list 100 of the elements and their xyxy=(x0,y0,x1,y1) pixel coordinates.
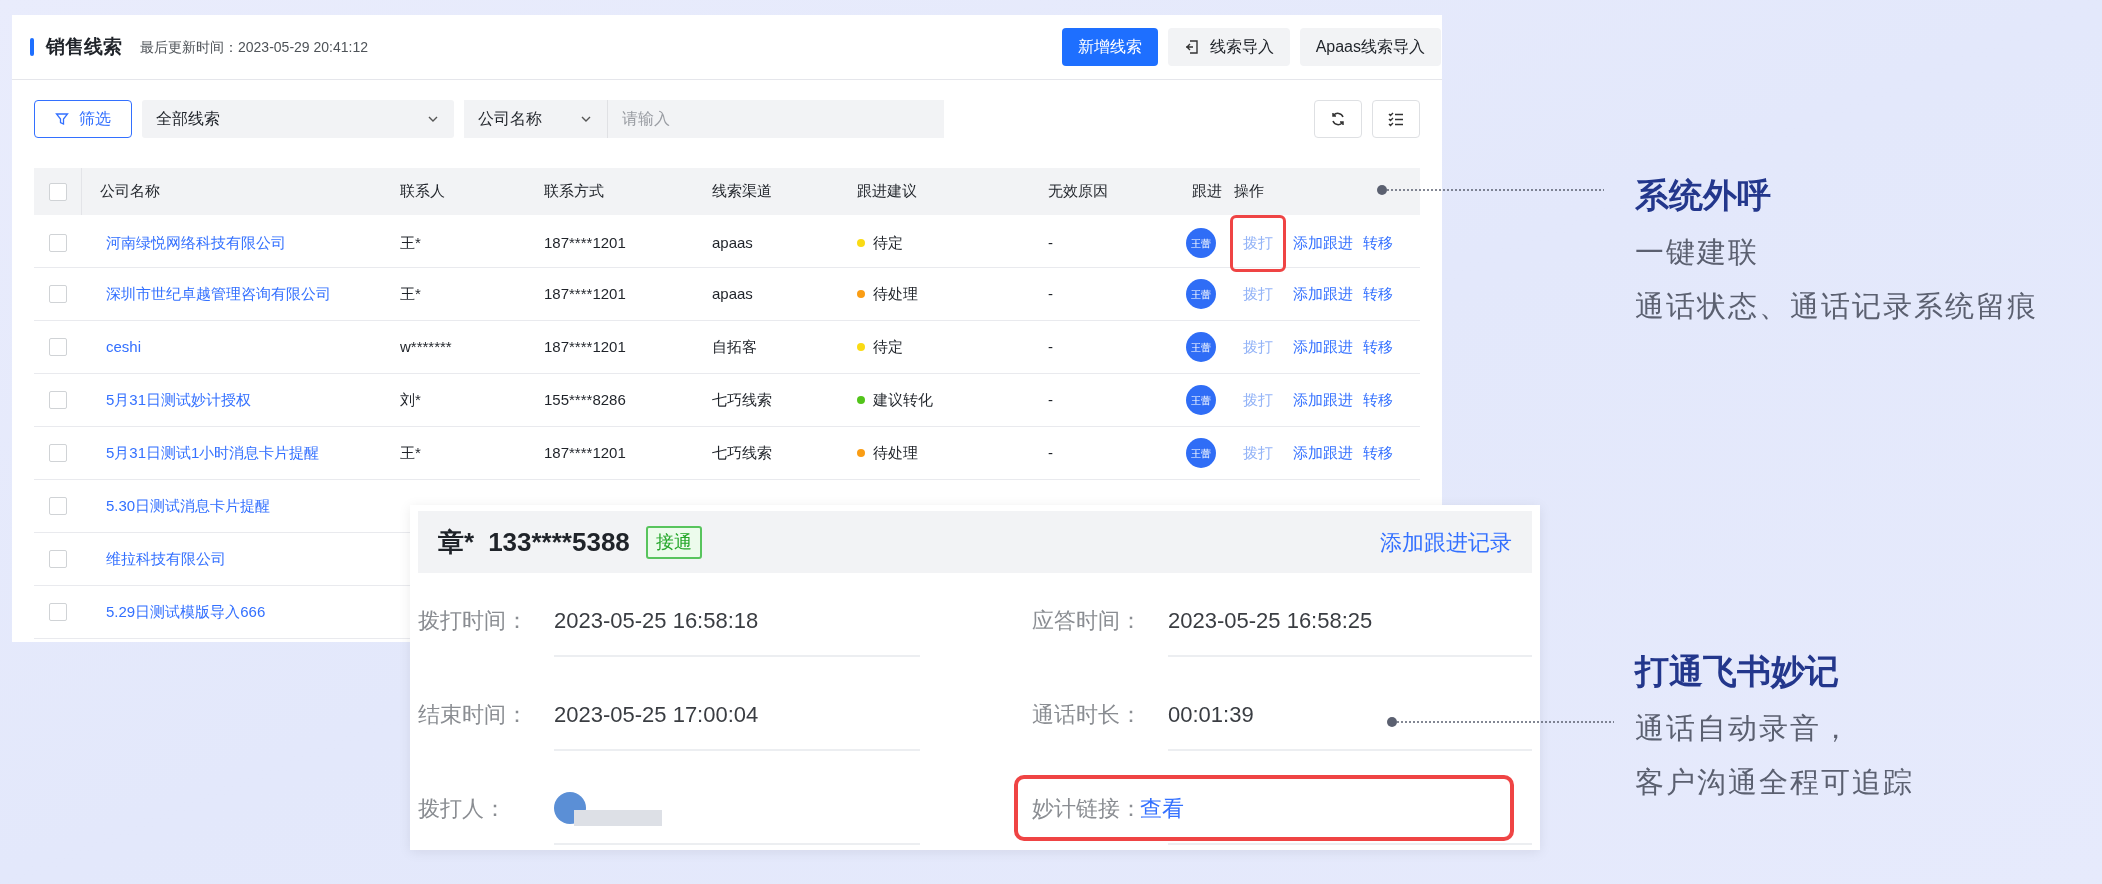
caller-phone: 133****5388 xyxy=(488,525,630,559)
company-link[interactable]: 5.29日测试模版导入666 xyxy=(82,600,382,624)
column-settings-button[interactable] xyxy=(1372,100,1420,138)
select-all-checkbox[interactable] xyxy=(48,182,67,201)
row-checkbox[interactable] xyxy=(49,497,67,515)
row-checkbox[interactable] xyxy=(49,603,67,621)
phone-cell-text: 187****1201 xyxy=(543,233,627,253)
field-label: 结束时间： xyxy=(418,700,529,729)
column-header: 跟进建议 xyxy=(856,181,918,202)
action-link[interactable]: 添加跟进 xyxy=(1290,385,1356,415)
phone-cell-text: 187****1201 xyxy=(543,442,627,463)
company-link[interactable]: 维拉科技有限公司 xyxy=(82,547,382,571)
callout-text: 通话状态、通话记录系统留痕 xyxy=(1635,288,2038,324)
import-button[interactable]: 线索导入 xyxy=(1167,28,1290,66)
callout-title: 系统外呼 xyxy=(1635,175,1772,216)
action-link[interactable]: 转移 xyxy=(1360,385,1396,415)
row-checkbox[interactable] xyxy=(49,391,67,409)
field-label: 拨打时间： xyxy=(418,606,529,635)
channel-cell-text: apaas xyxy=(711,283,754,304)
callout-text: 一键建联 xyxy=(1635,235,1760,270)
channel-cell-text: 七巧线索 xyxy=(711,389,773,410)
advice-cell-text: 待处理 xyxy=(873,283,918,304)
row-checkbox[interactable] xyxy=(49,285,67,303)
owner-avatar: 王蕾 xyxy=(1186,438,1216,468)
action-link[interactable]: 转移 xyxy=(1360,229,1396,258)
owner-avatar: 王蕾 xyxy=(1186,228,1216,259)
advice-cell-text: 建议转化 xyxy=(873,389,933,410)
action-link[interactable]: 转移 xyxy=(1360,279,1396,309)
filter-button[interactable]: 筛选 xyxy=(34,100,132,138)
refresh-button[interactable] xyxy=(1314,100,1362,138)
column-header: 联系方式 xyxy=(543,181,605,202)
import-button[interactable]: Apaas线索导入 xyxy=(1299,28,1441,66)
advice-cell-text: 待定 xyxy=(873,336,903,357)
field-value: 00:01:39 xyxy=(1168,700,1254,729)
reason-cell-text: - xyxy=(1047,233,1054,253)
advice-cell-text: 待定 xyxy=(873,233,903,253)
field-select[interactable]: 公司名称 xyxy=(464,100,608,138)
field-value: 2023-05-25 17:00:04 xyxy=(554,700,759,729)
company-link[interactable]: 5月31日测试1小时消息卡片提醒 xyxy=(82,441,382,465)
field-label: 应答时间： xyxy=(1032,606,1143,635)
company-link[interactable]: 深圳市世纪卓越管理咨询有限公司 xyxy=(82,282,382,306)
row-checkbox[interactable] xyxy=(49,234,67,253)
contact-cell-text: 刘* xyxy=(399,389,422,410)
channel-cell-text: 自拓客 xyxy=(711,336,758,357)
owner-avatar: 王蕾 xyxy=(1186,385,1216,415)
refresh-icon xyxy=(1330,111,1346,127)
import-icon xyxy=(1183,39,1200,55)
action-link[interactable]: 添加跟进 xyxy=(1290,438,1356,468)
column-header: 线索渠道 xyxy=(711,181,773,202)
field-value: 2023-05-25 16:58:18 xyxy=(554,606,759,635)
phone-cell-text: 187****1201 xyxy=(543,283,627,304)
channel-cell-text: 七巧线索 xyxy=(711,442,773,463)
advice-cell-text: 待处理 xyxy=(873,442,918,463)
callout-text: 通话自动录音， xyxy=(1635,711,1853,746)
action-link[interactable]: 添加跟进 xyxy=(1290,332,1356,362)
call-status-tag: 接通 xyxy=(645,525,702,559)
column-header: 公司名称 xyxy=(99,181,161,202)
company-link[interactable]: 5.30日测试消息卡片提醒 xyxy=(82,494,382,518)
search-field[interactable]: 请输入 xyxy=(608,100,944,138)
column-header: 跟进 xyxy=(1191,181,1222,202)
action-link[interactable]: 转移 xyxy=(1360,332,1396,362)
company-link[interactable]: ceshi xyxy=(82,335,382,359)
view-link[interactable]: 查看 xyxy=(1140,791,1184,825)
channel-cell-text: apaas xyxy=(711,233,754,253)
filter-icon xyxy=(55,112,69,126)
company-link[interactable]: 河南绿悦网络科技有限公司 xyxy=(82,232,382,255)
reason-cell-text: - xyxy=(1047,389,1054,410)
field-label: 妙计链接： xyxy=(1032,794,1140,823)
row-checkbox[interactable] xyxy=(49,338,67,356)
contact-cell-text: 王* xyxy=(399,442,422,463)
title-accent xyxy=(30,38,34,56)
company-link[interactable]: 5月31日测试妙计授权 xyxy=(82,388,382,412)
update-time: 最后更新时间：2023-05-29 20:41:12 xyxy=(140,37,368,57)
contact-cell-text: w******* xyxy=(399,336,453,357)
action-link[interactable]: 添加跟进 xyxy=(1290,279,1356,309)
action-link[interactable]: 添加跟进 xyxy=(1290,229,1356,258)
column-header: 联系人 xyxy=(399,181,446,202)
reason-cell-text: - xyxy=(1047,442,1054,463)
reason-cell-text: - xyxy=(1047,283,1054,304)
new-lead-button[interactable]: 新增线索 xyxy=(1061,28,1158,66)
field-label: 拨打人： xyxy=(418,794,507,823)
column-header: 操作 xyxy=(1233,181,1265,202)
reason-cell-text: - xyxy=(1047,336,1054,357)
phone-cell-text: 187****1201 xyxy=(543,336,627,357)
checklist-icon xyxy=(1388,111,1404,127)
callout-title: 打通飞书妙记 xyxy=(1635,651,1840,692)
row-checkbox[interactable] xyxy=(49,444,67,462)
phone-cell-text: 155****8286 xyxy=(543,389,627,410)
action-link[interactable]: 转移 xyxy=(1360,438,1396,468)
owner-avatar: 王蕾 xyxy=(1186,279,1216,309)
add-record-link[interactable]: 添加跟进记录 xyxy=(1380,525,1512,559)
contact-cell-text: 王* xyxy=(399,283,422,304)
scope-select[interactable]: 全部线索 xyxy=(142,100,454,138)
column-header: 无效原因 xyxy=(1047,181,1109,202)
field-value: 2023-05-25 16:58:25 xyxy=(1168,606,1373,635)
owner-avatar: 王蕾 xyxy=(1186,332,1216,362)
contact-cell-text: 王* xyxy=(399,233,422,253)
caller-name: 章* xyxy=(438,525,475,559)
row-checkbox[interactable] xyxy=(49,550,67,568)
field-label: 通话时长： xyxy=(1032,700,1143,729)
